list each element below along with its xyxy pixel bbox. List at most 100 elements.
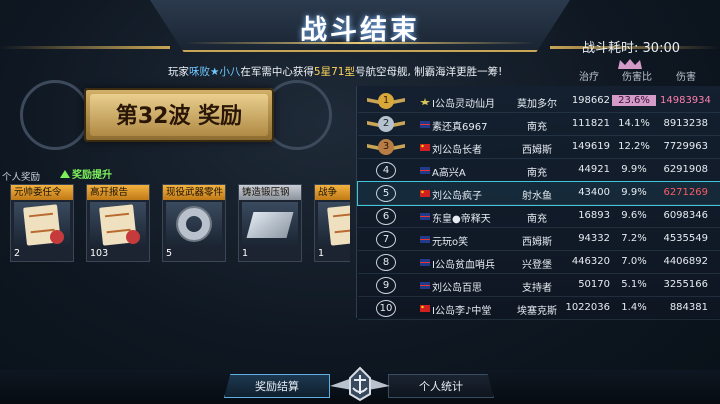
seal-icon bbox=[50, 230, 64, 244]
damage-value: 884381 bbox=[669, 302, 708, 313]
timer-value: 30:00 bbox=[642, 41, 680, 56]
heal-value: 94332 bbox=[578, 233, 610, 244]
ranking-row[interactable]: 4 A高兴A 南充 44921 9.9% 6291908 bbox=[358, 159, 720, 182]
reward-card-count: 103 bbox=[90, 248, 109, 259]
reward-card-name: 高开报告 bbox=[87, 185, 149, 200]
reward-card-count: 1 bbox=[318, 248, 325, 259]
damage-value: 7729963 bbox=[663, 141, 708, 152]
ranking-row[interactable]: 8 I公岛贫血哨兵 兴登堡 446320 7.0% 4406892 bbox=[358, 251, 720, 274]
up-arrow-icon bbox=[60, 170, 70, 178]
rank-insignia-icon bbox=[420, 98, 430, 105]
heal-value: 43400 bbox=[578, 187, 610, 198]
ship-name: 射水鱼 bbox=[522, 191, 552, 202]
reward-upgrade-badge: 奖励提升 bbox=[60, 166, 112, 181]
ranking-row[interactable]: 6 东皇●帝释天 南充 16893 9.6% 6098346 bbox=[358, 205, 720, 228]
ranking-table: 1 I公岛灵动仙月 莫加多尔 198662 23.6% 14983934 2 素… bbox=[357, 90, 720, 320]
page-title: 战斗结束 bbox=[300, 15, 420, 46]
ship-name: 南充 bbox=[527, 168, 547, 179]
damage-value: 4406892 bbox=[663, 256, 708, 267]
ranking-row[interactable]: 2 素还真6967 南充 111821 14.1% 8913238 bbox=[358, 113, 720, 136]
ship-name: 埃塞克斯 bbox=[517, 306, 557, 317]
marquee-item: 5星71型 bbox=[313, 66, 355, 78]
announcement-marquee: 玩家咊败★小八在军需中心获得5星71型号航空母舰, 制霸海洋更胜一筹! bbox=[168, 64, 538, 81]
bronze-medal-icon: 3 bbox=[367, 137, 405, 158]
battle-result-screen: 战斗结束 战斗耗时: 30:00 玩家咊败★小八在军需中心获得5星71型号航空母… bbox=[0, 0, 720, 404]
reward-card-name: 铸造锻压钢 bbox=[239, 185, 301, 200]
reward-card-list: 元帅委任令 2 高开报告 103 现役武器零件 5 铸造锻压钢 1 战争 1 bbox=[10, 184, 350, 264]
rank-number: 5 bbox=[376, 185, 396, 202]
damage-value: 14983934 bbox=[660, 95, 711, 106]
damage-ratio: 1.4% bbox=[621, 302, 647, 313]
reward-card-name: 元帅委任令 bbox=[11, 185, 73, 200]
damage-value: 8913238 bbox=[663, 118, 708, 129]
rank-number: 6 bbox=[376, 208, 396, 225]
player-name: I公岛李♪中堂 bbox=[432, 306, 492, 317]
heal-value: 111821 bbox=[571, 118, 610, 129]
rank-number: 9 bbox=[376, 277, 396, 294]
heal-value: 16893 bbox=[578, 210, 610, 221]
marquee-player: 咊败★小八 bbox=[189, 66, 241, 78]
reward-card[interactable]: 铸造锻压钢 1 bbox=[238, 184, 302, 262]
ship-name: 南充 bbox=[527, 214, 547, 225]
reward-settlement-tab[interactable]: 奖励结算 bbox=[224, 374, 330, 398]
flag-icon bbox=[420, 259, 430, 266]
rank-number: 10 bbox=[376, 300, 396, 317]
flag-icon bbox=[420, 305, 430, 312]
seal-icon bbox=[126, 230, 140, 244]
ranking-row[interactable]: 1 I公岛灵动仙月 莫加多尔 198662 23.6% 14983934 bbox=[358, 90, 720, 113]
player-name: I公岛贫血哨兵 bbox=[432, 260, 495, 271]
ship-name: 支持者 bbox=[522, 283, 552, 294]
player-name: 东皇●帝释天 bbox=[432, 214, 491, 225]
reward-card[interactable]: 高开报告 103 bbox=[86, 184, 150, 262]
marquee-prefix: 玩家 bbox=[168, 66, 189, 78]
silver-medal-icon: 2 bbox=[367, 114, 405, 135]
ranking-row-self[interactable]: 5 刘公岛疯子 射水鱼 43400 9.9% 6271269 bbox=[357, 181, 720, 206]
damage-ratio: 7.0% bbox=[621, 256, 647, 267]
reward-card[interactable]: 战争 1 bbox=[314, 184, 350, 262]
rank-number: 8 bbox=[376, 254, 396, 271]
heal-value: 149619 bbox=[571, 141, 610, 152]
timer-label: 战斗耗时: bbox=[582, 41, 639, 56]
flag-icon bbox=[420, 167, 430, 174]
flag-icon bbox=[420, 190, 430, 197]
flag-icon bbox=[420, 144, 430, 151]
personal-stats-tab[interactable]: 个人统计 bbox=[388, 374, 494, 398]
damage-ratio: 9.6% bbox=[621, 210, 647, 221]
marquee-mid: 在军需中心获得 bbox=[240, 66, 314, 78]
damage-value: 6291908 bbox=[663, 164, 708, 175]
reward-card-count: 2 bbox=[14, 248, 21, 259]
damage-ratio: 9.9% bbox=[621, 164, 647, 175]
document-icon bbox=[327, 204, 350, 246]
reward-card-name: 现役武器零件 bbox=[163, 185, 225, 200]
ranking-row[interactable]: 10 I公岛李♪中堂 埃塞克斯 1022036 1.4% 884381 bbox=[358, 297, 720, 320]
ship-name: 莫加多尔 bbox=[517, 99, 557, 110]
ship-name: 西姆斯 bbox=[522, 145, 552, 156]
damage-ratio: 7.2% bbox=[621, 233, 647, 244]
ranking-row[interactable]: 7 元玩o笑 西姆斯 94332 7.2% 4535549 bbox=[358, 228, 720, 251]
player-name: 刘公岛百思 bbox=[432, 283, 482, 294]
navy-emblem-icon bbox=[330, 366, 390, 402]
heal-value: 198662 bbox=[571, 95, 610, 106]
damage-ratio: 23.6% bbox=[612, 95, 656, 106]
damage-value: 3255166 bbox=[663, 279, 708, 290]
player-name: 刘公岛疯子 bbox=[432, 191, 482, 202]
ranking-row[interactable]: 3 刘公岛长者 西姆斯 149619 12.2% 7729963 bbox=[358, 136, 720, 159]
ship-name: 兴登堡 bbox=[522, 260, 552, 271]
upgrade-label: 奖励提升 bbox=[72, 170, 112, 181]
reward-card[interactable]: 元帅委任令 2 bbox=[10, 184, 74, 262]
reward-card-count: 5 bbox=[166, 248, 173, 259]
damage-value: 6271269 bbox=[663, 187, 708, 198]
reward-card-count: 1 bbox=[242, 248, 249, 259]
damage-value: 6098346 bbox=[663, 210, 708, 221]
ranking-row[interactable]: 9 刘公岛百思 支持者 50170 5.1% 3255166 bbox=[358, 274, 720, 297]
heal-value: 50170 bbox=[578, 279, 610, 290]
player-name: 元玩o笑 bbox=[432, 237, 469, 248]
flag-icon bbox=[420, 236, 430, 243]
wave-reward-title: 第32波 奖励 bbox=[115, 104, 243, 129]
reward-card[interactable]: 现役武器零件 5 bbox=[162, 184, 226, 262]
player-name: 刘公岛长者 bbox=[432, 145, 482, 156]
reward-card-name: 战争 bbox=[315, 185, 350, 200]
damage-ratio: 9.9% bbox=[621, 187, 647, 198]
title-wing-left bbox=[0, 46, 170, 49]
heal-value: 446320 bbox=[571, 256, 610, 267]
